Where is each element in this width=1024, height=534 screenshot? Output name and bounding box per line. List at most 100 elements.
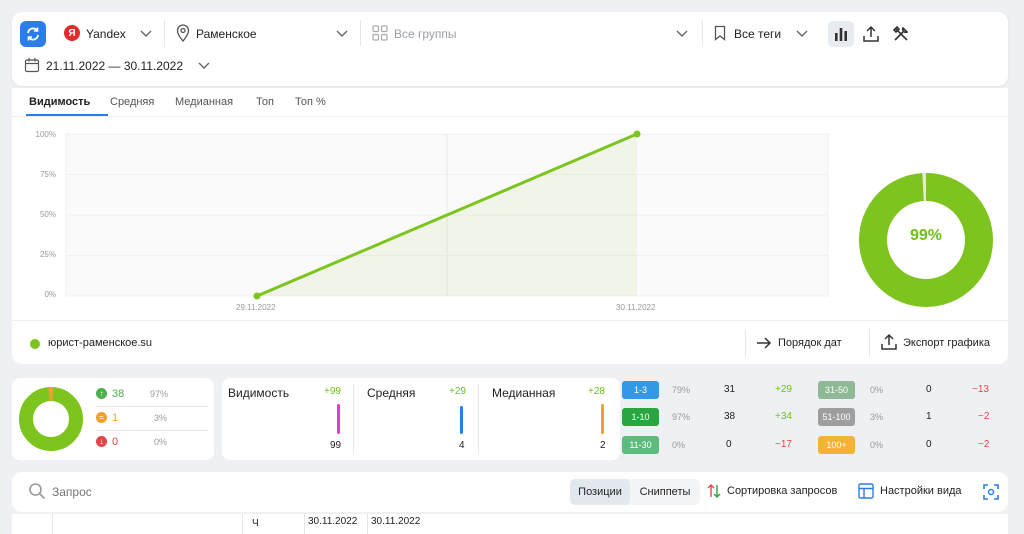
x-tick-label: 29.11.2022	[236, 303, 276, 312]
visibility-chart-card: Видимость Средняя Медианная Топ Топ % 10…	[12, 88, 1008, 364]
engine-select[interactable]: Я Yandex	[64, 24, 164, 44]
view-settings-button[interactable]: Настройки вида	[858, 482, 972, 502]
range-percent: 0%	[870, 440, 884, 450]
focus-scan-icon[interactable]	[982, 483, 1000, 501]
date-range-select[interactable]: 21.11.2022 — 30.11.2022	[24, 56, 214, 76]
grid-icon	[372, 25, 388, 41]
range-delta: +29	[775, 384, 792, 395]
range-badge[interactable]: 31-50	[818, 381, 855, 399]
yandex-logo-icon: Я	[64, 25, 80, 41]
range-delta: −2	[978, 411, 990, 422]
table-header-cell: Ч	[252, 518, 259, 529]
tools-icon[interactable]	[888, 21, 914, 47]
range-percent: 97%	[672, 412, 691, 422]
stats-row: ↑ 38 97% = 1 3% ↓ 0 0% Видимость +99 99 …	[12, 378, 1008, 460]
legend-site-label[interactable]: юрист-раменское.su	[48, 337, 152, 349]
region-select[interactable]: Раменское	[176, 24, 356, 44]
range-count: 0	[726, 439, 732, 450]
visibility-donut-value: 99%	[909, 227, 943, 244]
metric-delta: +29	[449, 386, 466, 397]
engine-label: Yandex	[86, 27, 126, 41]
metric-bar	[337, 404, 340, 434]
bookmark-icon	[714, 25, 726, 41]
range-percent: 79%	[672, 385, 691, 395]
metric-delta: +28	[588, 386, 605, 397]
export-chart-label: Экспорт графика	[903, 337, 991, 349]
range-badge[interactable]: 11-30	[622, 436, 659, 454]
up-count: 38	[112, 388, 125, 400]
down-percent: 0%	[154, 437, 168, 447]
range-delta: −2	[978, 439, 990, 450]
ranges-box-left: 1-3 79% 31 +29 1-10 97% 38 +34 11-30 0% …	[620, 378, 816, 460]
results-table-header: Ч 30.11.2022 30.11.2022	[12, 514, 1008, 534]
tags-select[interactable]: Все теги	[714, 24, 810, 44]
search-input[interactable]	[52, 482, 352, 502]
range-count: 38	[724, 411, 736, 422]
chevron-down-icon	[198, 62, 210, 69]
metric-delta: +99	[324, 386, 341, 397]
view-settings-label: Настройки вида	[880, 485, 962, 497]
position-change-summary: ↑ 38 97% = 1 3% ↓ 0 0%	[12, 378, 214, 460]
range-percent: 0%	[870, 385, 884, 395]
sort-queries-label: Сортировка запросов	[727, 485, 838, 497]
bar-chart-icon[interactable]	[828, 21, 854, 47]
table-header-cell: 30.11.2022	[371, 516, 421, 527]
date-range-label: 21.11.2022 — 30.11.2022	[46, 59, 184, 73]
table-icon	[858, 483, 874, 499]
sort-arrows-icon	[707, 484, 721, 498]
metric-bar	[460, 406, 463, 434]
metric-value: 2	[600, 440, 606, 451]
groups-placeholder: Все группы	[394, 27, 457, 41]
range-badge[interactable]: 1-3	[622, 381, 659, 399]
legend-dot	[30, 339, 40, 349]
data-point[interactable]	[633, 130, 641, 138]
groups-select[interactable]: Все группы	[372, 24, 692, 44]
down-count: 0	[112, 436, 119, 448]
range-badge[interactable]: 100+	[818, 436, 855, 454]
range-percent: 0%	[672, 440, 686, 450]
export-chart-button[interactable]: Экспорт графика	[880, 331, 1004, 355]
chevron-down-icon	[676, 30, 688, 37]
range-delta: −13	[972, 384, 989, 395]
data-point[interactable]	[253, 292, 261, 300]
table-header-cell: 30.11.2022	[308, 516, 358, 527]
query-search-bar: Позиции Сниппеты Сортировка запросов Нас…	[12, 472, 1008, 512]
range-delta: −17	[775, 439, 792, 450]
chevron-down-icon	[796, 30, 808, 37]
metric-title: Медианная	[492, 386, 556, 400]
sort-queries-button[interactable]: Сортировка запросов	[706, 482, 850, 502]
chevron-down-icon	[336, 30, 348, 37]
range-badge[interactable]: 1-10	[622, 408, 659, 426]
summary-donut	[19, 387, 83, 451]
snippets-tab[interactable]: Сниппеты	[632, 479, 698, 505]
chart-footer: юрист-раменское.su Порядок дат Экспорт г…	[12, 320, 1008, 364]
same-count: 1	[112, 412, 119, 424]
metric-value: 4	[459, 440, 465, 451]
metric-bar	[601, 404, 604, 434]
equal-icon: =	[96, 412, 107, 423]
view-toggle: Позиции Сниппеты	[570, 479, 700, 505]
order-dates-label: Порядок дат	[778, 337, 842, 349]
order-dates-button[interactable]: Порядок дат	[756, 333, 860, 355]
arrow-down-icon: ↓	[96, 436, 107, 447]
range-count: 1	[926, 411, 932, 422]
filter-toolbar: Я Yandex Раменское Все группы Все теги 2…	[12, 12, 1008, 86]
metric-title: Видимость	[228, 386, 290, 400]
up-percent: 97%	[150, 389, 169, 399]
arrow-right-icon	[757, 337, 772, 349]
same-percent: 3%	[154, 413, 168, 423]
sync-icon[interactable]	[20, 21, 46, 47]
positions-tab[interactable]: Позиции	[570, 479, 630, 505]
chevron-down-icon	[140, 30, 152, 37]
range-badge[interactable]: 51-100	[818, 408, 855, 426]
calendar-icon	[24, 58, 40, 73]
metric-value: 99	[330, 440, 342, 451]
arrow-up-icon: ↑	[96, 388, 107, 399]
range-delta: +34	[775, 411, 792, 422]
upload-icon[interactable]	[858, 21, 884, 47]
search-icon	[29, 483, 46, 500]
ranges-box-right: 31-50 0% 0 −13 51-100 3% 1 −2 100+ 0% 0 …	[816, 378, 1008, 460]
range-percent: 3%	[870, 412, 884, 422]
range-count: 0	[926, 439, 932, 450]
line-chart	[65, 130, 829, 300]
